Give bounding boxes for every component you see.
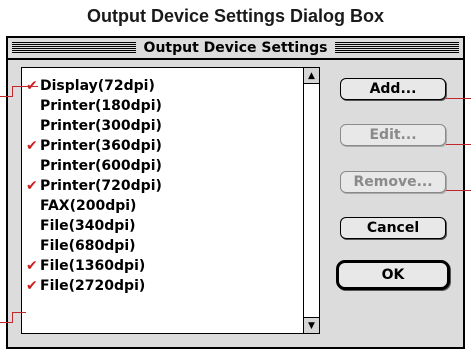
checkmark-icon: ✔ bbox=[26, 138, 38, 154]
callout-line-list-bottom-horizontal bbox=[12, 312, 26, 313]
device-list-item[interactable]: File(340dpi) bbox=[22, 216, 300, 236]
device-list-item-label: Display(72dpi) bbox=[40, 78, 155, 94]
device-list[interactable]: ✔ Display(72dpi) Printer(180dpi) Printer(30… bbox=[21, 67, 320, 334]
device-list-item-label: FAX(200dpi) bbox=[40, 198, 137, 214]
device-list-item-label: Printer(300dpi) bbox=[40, 118, 162, 134]
callout-line-remove bbox=[446, 190, 471, 191]
device-list-item[interactable]: ✔ File(1360dpi) bbox=[22, 256, 300, 276]
callout-line-list-top-horizontal bbox=[12, 86, 38, 87]
device-list-item-label: File(340dpi) bbox=[40, 218, 136, 234]
add-button[interactable]: Add... bbox=[340, 78, 446, 100]
device-list-item[interactable]: Printer(600dpi) bbox=[22, 156, 300, 176]
callout-line-list-top bbox=[0, 96, 12, 97]
dialog-title: Output Device Settings bbox=[135, 38, 336, 58]
callout-line-list-bottom bbox=[0, 322, 12, 323]
ok-button[interactable]: OK bbox=[336, 260, 450, 290]
device-list-item[interactable]: ✔ Printer(720dpi) bbox=[22, 176, 300, 196]
device-list-item[interactable]: File(680dpi) bbox=[22, 236, 300, 256]
callout-line-list-top-vertical bbox=[12, 86, 13, 97]
device-list-item-label: Printer(720dpi) bbox=[40, 178, 162, 194]
remove-button[interactable]: Remove... bbox=[340, 171, 446, 193]
checkmark-icon: ✔ bbox=[26, 178, 38, 194]
page-caption: Output Device Settings Dialog Box bbox=[86, 6, 385, 26]
edit-button[interactable]: Edit... bbox=[340, 124, 446, 146]
device-list-item[interactable]: ✔ File(2720dpi) bbox=[22, 276, 300, 296]
device-list-items: ✔ Display(72dpi) Printer(180dpi) Printer(30… bbox=[22, 76, 300, 296]
list-scrollbar[interactable]: ▲ ▼ bbox=[303, 68, 319, 333]
device-list-item-label: Printer(180dpi) bbox=[40, 98, 162, 114]
device-list-item[interactable]: FAX(200dpi) bbox=[22, 196, 300, 216]
dialog-titlebar[interactable]: Output Device Settings bbox=[8, 38, 463, 60]
device-list-item[interactable]: Printer(300dpi) bbox=[22, 116, 300, 136]
device-list-item-label: Printer(600dpi) bbox=[40, 158, 162, 174]
device-list-item-label: File(680dpi) bbox=[40, 238, 136, 254]
scroll-up-arrow-icon[interactable]: ▲ bbox=[304, 68, 319, 84]
device-list-item-label: File(2720dpi) bbox=[40, 278, 146, 294]
checkmark-icon: ✔ bbox=[26, 278, 38, 294]
device-list-item-label: File(1360dpi) bbox=[40, 258, 146, 274]
callout-line-add bbox=[446, 98, 471, 99]
device-list-item[interactable]: ✔ Printer(360dpi) bbox=[22, 136, 300, 156]
scroll-down-arrow-icon[interactable]: ▼ bbox=[304, 317, 319, 333]
device-list-item[interactable]: Printer(180dpi) bbox=[22, 96, 300, 116]
callout-line-edit bbox=[446, 144, 471, 145]
device-list-item-label: Printer(360dpi) bbox=[40, 138, 162, 154]
callout-line-list-bottom-vertical bbox=[12, 312, 13, 323]
output-device-settings-dialog: Output Device Settings ✔ Display(72dpi) Pr… bbox=[6, 36, 465, 349]
cancel-button[interactable]: Cancel bbox=[340, 217, 446, 239]
device-list-item[interactable]: ✔ Display(72dpi) bbox=[22, 76, 300, 96]
checkmark-icon: ✔ bbox=[26, 258, 38, 274]
